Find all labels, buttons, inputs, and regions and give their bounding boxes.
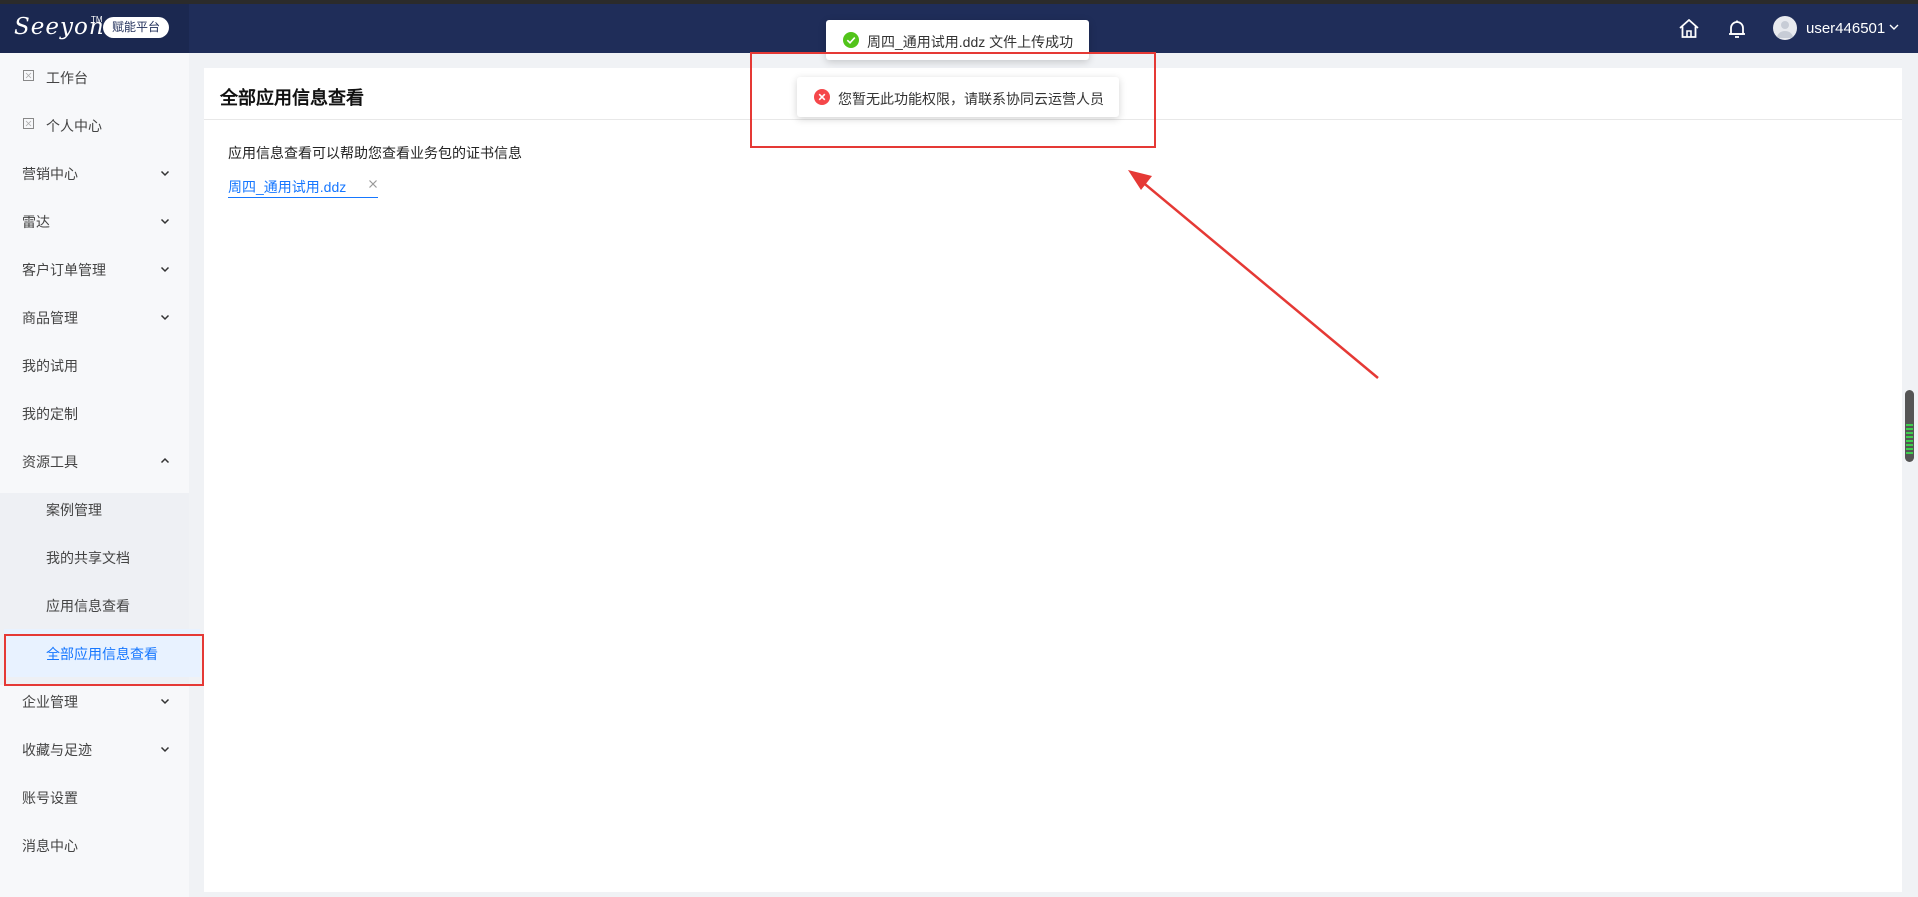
chevron-down-icon — [160, 746, 170, 753]
sidebar-item-label: 我的定制 — [22, 406, 78, 422]
chevron-up-icon — [160, 457, 170, 464]
sidebar-item-shared-documents[interactable]: 我的共享文档 — [0, 533, 189, 581]
sidebar-item-favorites-history[interactable]: 收藏与足迹 — [0, 725, 189, 773]
chevron-down-icon — [160, 266, 170, 273]
annotation-box-sidebar — [4, 634, 204, 686]
uploaded-file-name[interactable]: 周四_通用试用.ddz — [228, 177, 346, 197]
box-icon — [23, 118, 34, 129]
sidebar-item-product-management[interactable]: 商品管理 — [0, 293, 189, 341]
page-description: 应用信息查看可以帮助您查看业务包的证书信息 — [228, 145, 522, 161]
chevron-down-icon[interactable] — [1888, 21, 1900, 33]
logo[interactable]: Seeyon TM 赋能平台 — [0, 4, 189, 53]
bell-icon[interactable] — [1724, 16, 1750, 42]
chevron-down-icon — [160, 698, 170, 705]
sidebar-item-label: 雷达 — [22, 214, 50, 230]
username[interactable]: user446501 — [1806, 20, 1885, 37]
sidebar-item-case-management[interactable]: 案例管理 — [0, 485, 189, 533]
chevron-down-icon — [160, 170, 170, 177]
sidebar-item-label: 账号设置 — [22, 790, 78, 806]
sidebar-item-label: 消息中心 — [22, 838, 78, 854]
platform-badge: 赋能平台 — [103, 17, 170, 38]
home-icon[interactable] — [1676, 16, 1702, 42]
sidebar-item-customer-orders[interactable]: 客户订单管理 — [0, 245, 189, 293]
sidebar-item-label: 我的试用 — [22, 358, 78, 374]
success-toast-message: 周四_通用试用.ddz 文件上传成功 — [867, 34, 1074, 50]
logo-trademark: TM — [91, 15, 103, 24]
sidebar-item-app-info[interactable]: 应用信息查看 — [0, 581, 189, 629]
main-panel: 全部应用信息查看 应用信息查看可以帮助您查看业务包的证书信息 周四_通用试用.d… — [204, 68, 1902, 892]
sidebar-item-radar[interactable]: 雷达 — [0, 197, 189, 245]
sidebar-item-label: 客户订单管理 — [22, 262, 106, 278]
sidebar-item-label: 企业管理 — [22, 694, 78, 710]
sidebar-item-my-trials[interactable]: 我的试用 — [0, 341, 189, 389]
sidebar-item-account-settings[interactable]: 账号设置 — [0, 773, 189, 821]
sidebar-item-label: 收藏与足迹 — [22, 742, 92, 758]
sidebar-item-label: 应用信息查看 — [46, 598, 130, 614]
scrollbar-grip[interactable] — [1906, 424, 1913, 454]
avatar[interactable] — [1773, 16, 1797, 40]
page-title: 全部应用信息查看 — [220, 88, 364, 108]
sidebar: 工作台 个人中心 营销中心 雷达 客户订单管理 商品管理 我的试用 我的定制 资… — [0, 53, 200, 897]
sidebar-item-workbench[interactable]: 工作台 — [0, 53, 189, 101]
sidebar-item-marketing-center[interactable]: 营销中心 — [0, 149, 189, 197]
uploaded-file[interactable]: 周四_通用试用.ddz — [228, 177, 378, 198]
sidebar-item-personal-center[interactable]: 个人中心 — [0, 101, 189, 149]
box-icon — [23, 70, 34, 81]
annotation-box-toast — [750, 52, 1156, 148]
sidebar-item-resource-tools[interactable]: 资源工具 — [0, 437, 189, 485]
sidebar-item-message-center[interactable]: 消息中心 — [0, 821, 189, 869]
sidebar-item-label: 商品管理 — [22, 310, 78, 326]
scrollbar[interactable] — [1905, 390, 1914, 462]
chevron-down-icon — [160, 218, 170, 225]
sidebar-item-label: 营销中心 — [22, 166, 78, 182]
sidebar-item-label: 案例管理 — [46, 502, 102, 518]
user-avatar-icon — [1777, 21, 1793, 38]
sidebar-item-label: 工作台 — [46, 70, 88, 86]
sidebar-item-label: 我的共享文档 — [46, 550, 130, 566]
sidebar-item-label: 资源工具 — [22, 454, 78, 470]
close-icon[interactable] — [368, 179, 378, 189]
check-circle-icon — [843, 32, 859, 48]
chevron-down-icon — [160, 314, 170, 321]
sidebar-item-label: 个人中心 — [46, 118, 102, 134]
sidebar-item-my-customizations[interactable]: 我的定制 — [0, 389, 189, 437]
